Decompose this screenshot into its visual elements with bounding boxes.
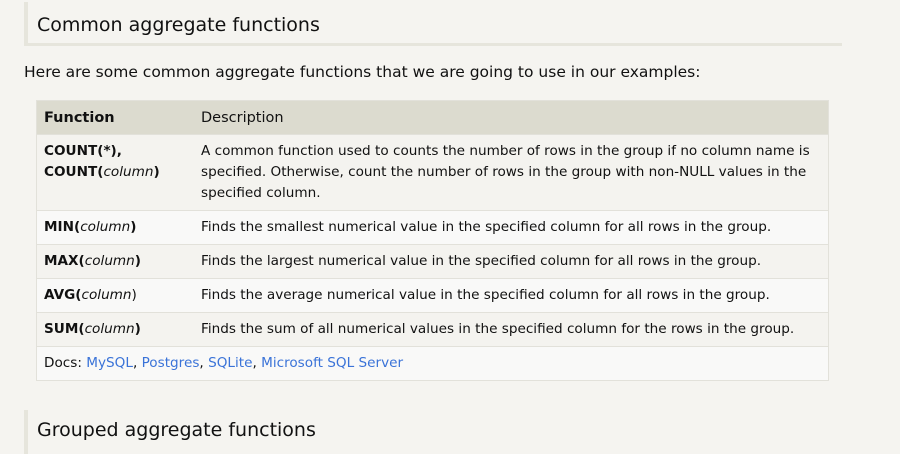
docs-cell: Docs: MySQL, Postgres, SQLite, Microsoft… — [36, 346, 829, 381]
header-function: Function — [36, 100, 194, 135]
description-cell: A common function used to counts the num… — [194, 134, 829, 211]
function-cell: AVG(column) — [36, 278, 194, 313]
docs-link-postgres[interactable]: Postgres — [142, 355, 200, 371]
intro-paragraph: Here are some common aggregate functions… — [24, 63, 701, 81]
description-cell: Finds the sum of all numerical values in… — [194, 312, 829, 347]
docs-link-mysql[interactable]: MySQL — [86, 355, 133, 371]
docs-row: Docs: MySQL, Postgres, SQLite, Microsoft… — [36, 346, 829, 381]
table-header: Function Description — [36, 100, 829, 135]
table-row: MIN(column) Finds the smallest numerical… — [36, 210, 829, 245]
docs-label: Docs: — [44, 355, 82, 371]
table-row: COUNT(*), COUNT(column) A common function… — [36, 134, 829, 211]
aggregate-functions-table: Function Description COUNT(*), COUNT(colu… — [36, 100, 829, 381]
description-cell: Finds the average numerical value in the… — [194, 278, 829, 313]
docs-link-sql-server[interactable]: Microsoft SQL Server — [261, 355, 403, 371]
description-cell: Finds the smallest numerical value in th… — [194, 210, 829, 245]
function-cell: COUNT(*), COUNT(column) — [36, 134, 194, 211]
table-row: AVG(column) Finds the average numerical … — [36, 278, 829, 313]
function-cell: MIN(column) — [36, 210, 194, 245]
function-cell: SUM(column) — [36, 312, 194, 347]
table-row: SUM(column) Finds the sum of all numeric… — [36, 312, 829, 347]
description-cell: Finds the largest numerical value in the… — [194, 244, 829, 279]
section-heading: Common aggregate functions — [24, 2, 842, 46]
table-row: MAX(column) Finds the largest numerical … — [36, 244, 829, 279]
docs-link-sqlite[interactable]: SQLite — [208, 355, 252, 371]
header-description: Description — [194, 100, 829, 135]
function-cell: MAX(column) — [36, 244, 194, 279]
next-section-heading: Grouped aggregate functions — [24, 410, 842, 454]
